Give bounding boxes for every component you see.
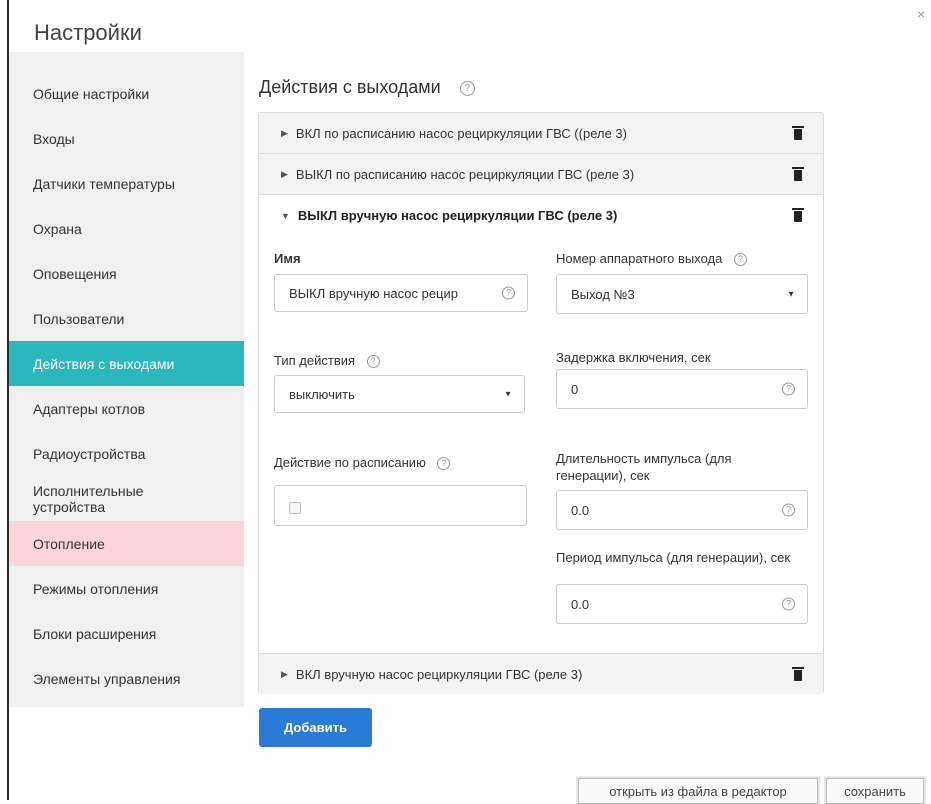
action-header-1[interactable]: ▶ ВКЛ по расписанию насос рециркуляции Г…	[259, 113, 823, 154]
sidebar-item-heating-modes[interactable]: Режимы отопления	[9, 566, 244, 611]
action-header-3[interactable]: ▼ ВЫКЛ вручную насос рециркуляции ГВС (р…	[259, 195, 823, 236]
delay-value: 0	[571, 381, 579, 397]
sidebar-item-controls[interactable]: Элементы управления	[9, 656, 244, 701]
pulse-period-value: 0.0	[571, 596, 590, 612]
close-icon[interactable]: ×	[917, 6, 925, 22]
action-title: ВЫКЛ по расписанию насос рециркуляции ГВ…	[295, 166, 635, 182]
name-label: Имя	[274, 251, 301, 266]
help-icon[interactable]: ?	[782, 503, 795, 517]
action-header-4[interactable]: ▶ ВКЛ вручную насос рециркуляции ГВС (ре…	[259, 653, 823, 694]
output-label: Номер аппаратного выхода ?	[556, 250, 747, 267]
action-title: ВКЛ по расписанию насос рециркуляции ГВС…	[295, 125, 627, 141]
sidebar-item-actuators[interactable]: Исполнительные устройства	[9, 476, 159, 521]
action-title: ВЫКЛ вручную насос рециркуляции ГВС (рел…	[297, 208, 618, 223]
sidebar-item-users[interactable]: Пользователи	[9, 296, 244, 341]
name-value: ВЫКЛ вручную насос рецир	[289, 285, 458, 301]
schedule-checkbox[interactable]	[289, 502, 301, 514]
schedule-label: Действие по расписанию ?	[274, 454, 451, 471]
delay-label: Задержка включения, сек	[556, 350, 711, 365]
trash-icon[interactable]	[792, 126, 804, 140]
name-input[interactable]: ВЫКЛ вручную насос рецир ?	[274, 274, 528, 312]
help-icon[interactable]: ?	[459, 80, 475, 96]
action-title: ВКЛ вручную насос рециркуляции ГВС (реле…	[295, 666, 583, 682]
pulse-duration-value: 0.0	[571, 502, 590, 518]
section-title-text: Действия с выходами	[259, 77, 441, 97]
output-value: Выход №3	[571, 286, 635, 302]
sidebar-item-radio-devices[interactable]: Радиоустройства	[9, 431, 244, 476]
caret-down-icon: ▼	[281, 210, 290, 221]
help-icon[interactable]: ?	[366, 355, 380, 369]
sidebar-item-output-actions[interactable]: Действия с выходами	[9, 341, 244, 386]
add-button[interactable]: Добавить	[259, 708, 372, 747]
trash-icon[interactable]	[792, 667, 804, 681]
help-icon[interactable]: ?	[782, 382, 795, 396]
help-icon[interactable]: ?	[437, 457, 451, 471]
pulse-period-input[interactable]: 0.0 ?	[556, 584, 808, 624]
schedule-field	[274, 485, 527, 526]
save-button[interactable]: сохранить	[826, 778, 924, 804]
caret-right-icon: ▶	[281, 168, 288, 179]
sidebar-item-notifications[interactable]: Оповещения	[9, 251, 244, 296]
pulse-period-label: Период импульса (для генерации), сек	[556, 550, 791, 565]
sidebar-item-general[interactable]: Общие настройки	[9, 71, 244, 116]
sidebar-item-boiler-adapters[interactable]: Адаптеры котлов	[9, 386, 244, 431]
schedule-label-text: Действие по расписанию	[274, 455, 426, 470]
chevron-down-icon: ▼	[787, 289, 795, 299]
action-type-value: выключить	[289, 386, 355, 402]
sidebar-item-temperature-sensors[interactable]: Датчики температуры	[9, 161, 244, 206]
pulse-duration-label: Длительность импульса (для генерации), с…	[556, 451, 732, 483]
caret-right-icon: ▶	[281, 127, 288, 138]
section-title: Действия с выходами ?	[259, 77, 475, 98]
output-select[interactable]: Выход №3 ▼	[556, 274, 808, 314]
sidebar-item-heating[interactable]: Отопление	[9, 521, 244, 566]
trash-icon[interactable]	[792, 208, 804, 222]
actions-accordion: ▶ ВКЛ по расписанию насос рециркуляции Г…	[258, 112, 824, 694]
open-in-editor-button[interactable]: открыть из файла в редактор	[578, 778, 818, 804]
action-type-select[interactable]: выключить ▼	[274, 375, 525, 413]
help-icon[interactable]: ?	[502, 286, 515, 300]
trash-icon[interactable]	[792, 167, 804, 181]
action-type-label: Тип действия ?	[274, 352, 380, 369]
output-label-text: Номер аппаратного выхода	[556, 251, 723, 266]
caret-right-icon: ▶	[281, 668, 288, 679]
pulse-duration-input[interactable]: 0.0 ?	[556, 490, 808, 530]
chevron-down-icon: ▼	[504, 389, 512, 399]
help-icon[interactable]: ?	[782, 597, 795, 611]
window-title: Настройки	[34, 20, 142, 45]
sidebar-item-security[interactable]: Охрана	[9, 206, 244, 251]
action-type-label-text: Тип действия	[274, 353, 356, 368]
sidebar: Общие настройки Входы Датчики температур…	[9, 52, 244, 707]
sidebar-item-inputs[interactable]: Входы	[9, 116, 244, 161]
sidebar-item-expansion-blocks[interactable]: Блоки расширения	[9, 611, 244, 656]
help-icon[interactable]: ?	[734, 253, 747, 267]
action-header-2[interactable]: ▶ ВЫКЛ по расписанию насос рециркуляции …	[259, 154, 823, 195]
delay-input[interactable]: 0 ?	[556, 369, 808, 409]
